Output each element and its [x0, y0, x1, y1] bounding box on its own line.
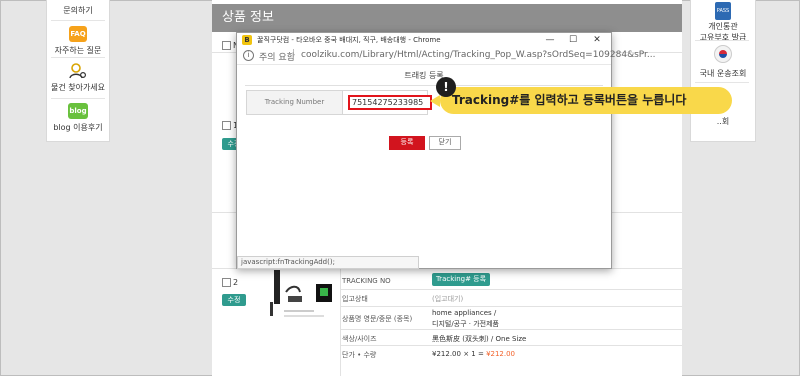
popup-title: 트래킹 등록: [404, 71, 444, 80]
left-quick-menu: 문의하기 FAQ 자주하는 질문 물건 찾아가세요 blog blog 이용후기: [46, 0, 110, 142]
address-bar[interactable]: i 주의 요함 | coolziku.com/Library/Html/Acti…: [237, 47, 656, 65]
status-bar: javascript:fnTrackingAdd();: [237, 256, 419, 269]
price-label: 단가 • 수량: [342, 351, 377, 359]
select-all-checkbox[interactable]: [222, 41, 231, 50]
submit-button[interactable]: 등록: [389, 136, 425, 150]
tracking-number-row: Tracking Number: [246, 90, 432, 115]
unit-price: ¥212.00: [432, 350, 461, 358]
info-icon[interactable]: i: [243, 50, 254, 61]
sidebar-item-inquiry[interactable]: 문의하기: [47, 2, 109, 16]
sidebar-item-label: ..회: [716, 117, 730, 126]
tracking-popup-window: B 꿀직구닷컴 - 타오바오 중국 배대지, 직구, 배송대행 - Chrome…: [236, 32, 656, 269]
window-titlebar: B 꿀직구닷컴 - 타오바오 중국 배대지, 직구, 배송대행 - Chrome…: [237, 33, 611, 47]
maximize-button[interactable]: ☐: [562, 33, 584, 47]
person-search-icon: [69, 63, 87, 79]
sidebar-item-label: blog 이용후기: [53, 123, 103, 132]
blog-icon: blog: [68, 103, 88, 119]
section-title: 상품 정보: [212, 4, 682, 32]
minimize-button[interactable]: —: [539, 33, 561, 47]
product-image: [260, 266, 336, 322]
divider: [340, 306, 682, 307]
divider: [340, 289, 682, 290]
price-value: ¥212.00 × 1 = ¥212.00: [432, 350, 515, 358]
exclamation-icon: !: [436, 77, 456, 97]
edit-button[interactable]: 수정: [222, 294, 246, 306]
tracking-no-label: TRACKING NO: [342, 277, 391, 285]
app-icon: B: [242, 35, 252, 45]
sidebar-item-blog-reviews[interactable]: blog blog 이용후기: [47, 103, 109, 133]
sidebar-item-label: 고유부호 발급: [699, 33, 747, 42]
option-value: 黑色斯皮 (双头刺) / One Size: [432, 335, 527, 343]
instruction-callout: Tracking#를 입력하고 등록버튼을 누릅니다: [430, 87, 732, 114]
window-title: 꿀직구닷컴 - 타오바오 중국 배대지, 직구, 배송대행 - Chrome: [257, 36, 441, 44]
row-number: 2: [233, 278, 239, 287]
sidebar-item-faq[interactable]: FAQ 자주하는 질문: [47, 26, 109, 56]
product-thumbnail: [270, 270, 332, 317]
row-checkbox[interactable]: [222, 121, 231, 130]
tracking-number-label: Tracking Number: [247, 91, 343, 114]
close-window-button[interactable]: ✕: [586, 33, 608, 47]
divider: [51, 57, 105, 58]
status-label: 입고상태: [342, 295, 368, 303]
sidebar-item-label: 자주하는 질문: [54, 46, 102, 55]
sidebar-item-label: 개인통관: [708, 22, 738, 31]
status-value: (입고대기): [432, 295, 464, 303]
faq-icon: FAQ: [69, 26, 87, 42]
sidebar-item-domestic-tracking[interactable]: 국내 운송조회: [691, 45, 755, 79]
right-quick-menu: PASS 개인통관 고유부호 발급 국내 운송조회 ..회: [690, 0, 756, 142]
divider: [340, 268, 341, 376]
product-category-value: 디지털/공구 · 가전제품: [432, 320, 499, 328]
divider: [695, 82, 749, 83]
row-checkbox[interactable]: [222, 278, 231, 287]
product-name-label: 상품명 영문/중문 (종목): [342, 315, 413, 323]
close-button[interactable]: 닫기: [429, 136, 461, 150]
korea-flag-icon: [714, 45, 732, 63]
option-label: 색상/사이즈: [342, 335, 377, 343]
passport-icon: PASS: [715, 2, 731, 20]
security-warning: 주의 요함: [259, 53, 295, 63]
quantity: × 1 =: [463, 350, 484, 358]
tracking-register-button[interactable]: Tracking# 등록: [432, 273, 490, 286]
divider: [245, 85, 603, 86]
divider: [51, 98, 105, 99]
sidebar-item-label: 문의하기: [63, 6, 93, 15]
sidebar-item-customs-code[interactable]: PASS 개인통관 고유부호 발급: [691, 2, 755, 43]
tracking-number-input[interactable]: [348, 95, 432, 110]
sidebar-item-lost-items[interactable]: 물건 찾아가세요: [47, 62, 109, 93]
product-name-value: home appliances /: [432, 309, 497, 317]
total-price: ¥212.00: [486, 350, 516, 358]
divider: [340, 345, 682, 346]
sidebar-item-label: 물건 찾아가세요: [50, 83, 106, 92]
separator: |: [292, 49, 296, 59]
url-text[interactable]: coolziku.com/Library/Html/Acting/Trackin…: [301, 50, 656, 60]
sidebar-item-label: 국내 운송조회: [699, 69, 747, 78]
sidebar-item-more[interactable]: ..회: [691, 113, 755, 127]
divider: [695, 40, 749, 41]
divider: [51, 20, 105, 21]
divider: [340, 329, 682, 330]
